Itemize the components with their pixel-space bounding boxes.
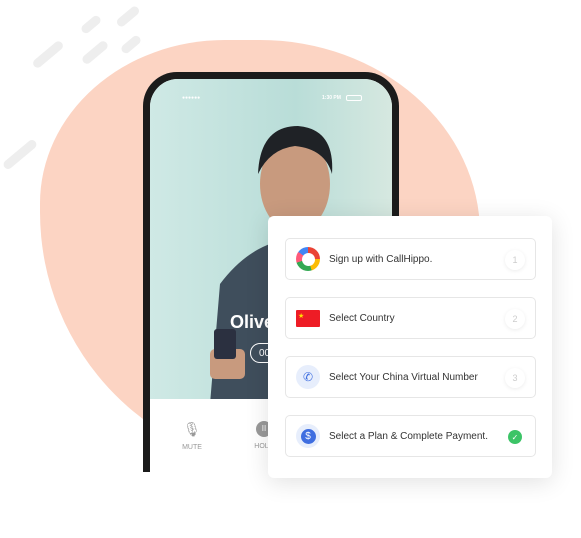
step-label: Select Your China Virtual Number bbox=[329, 371, 478, 383]
step-select-country[interactable]: ★ Select Country 2 bbox=[285, 297, 536, 339]
step-signup[interactable]: Sign up with CallHippo. 1 bbox=[285, 238, 536, 280]
step-select-number[interactable]: ✆ Select Your China Virtual Number 3 bbox=[285, 356, 536, 398]
check-icon: ✓ bbox=[505, 427, 525, 447]
phone-icon: ✆ bbox=[296, 365, 320, 389]
decor-dash bbox=[119, 33, 143, 56]
decor-dash bbox=[115, 4, 141, 29]
status-time: 1:30 PM bbox=[322, 95, 341, 101]
decor-dash bbox=[80, 39, 110, 66]
step-label: Select Country bbox=[329, 312, 395, 324]
mute-label: MUTE bbox=[182, 444, 202, 451]
decor-dash bbox=[31, 39, 65, 70]
step-label: Sign up with CallHippo. bbox=[329, 253, 433, 265]
step-payment[interactable]: $ Select a Plan & Complete Payment. ✓ bbox=[285, 415, 536, 457]
decor-dash bbox=[79, 13, 103, 36]
decor-dash bbox=[1, 138, 39, 171]
callhippo-logo-icon bbox=[296, 247, 320, 271]
mic-off-icon: 🎙︎ bbox=[183, 421, 201, 437]
dollar-icon: $ bbox=[296, 424, 320, 448]
china-flag-icon: ★ bbox=[296, 309, 320, 327]
signal-indicator: ●●●●●● bbox=[182, 95, 201, 101]
mute-button[interactable]: 🎙︎ MUTE bbox=[172, 421, 212, 451]
steps-card: Sign up with CallHippo. 1 ★ Select Count… bbox=[268, 216, 552, 478]
step-label: Select a Plan & Complete Payment. bbox=[329, 430, 488, 442]
step-number: 1 bbox=[505, 250, 525, 270]
battery-icon bbox=[346, 95, 362, 101]
step-number: 2 bbox=[505, 309, 525, 329]
step-number: 3 bbox=[505, 368, 525, 388]
